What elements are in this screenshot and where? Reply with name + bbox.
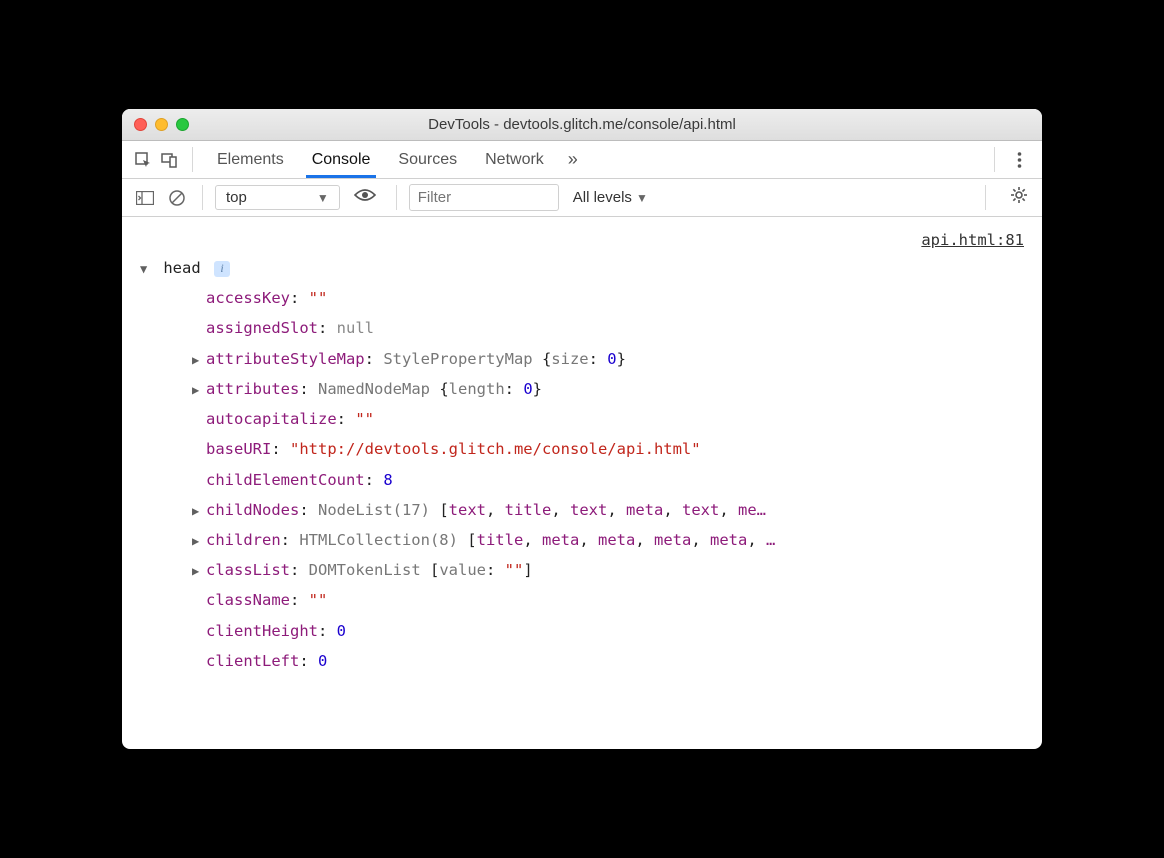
property-row[interactable]: childNodes: NodeList(17) [text, title, t… xyxy=(140,495,1028,525)
property-row[interactable]: childElementCount: 8 xyxy=(140,465,1028,495)
minimize-button[interactable] xyxy=(155,118,168,131)
tab-console[interactable]: Console xyxy=(298,141,385,178)
tab-elements[interactable]: Elements xyxy=(203,141,298,178)
object-tree: head i accessKey: "" assignedSlot: null … xyxy=(140,253,1028,676)
root-label: head xyxy=(163,259,200,277)
disclosure-triangle-icon[interactable] xyxy=(192,500,206,523)
property-row[interactable]: accessKey: "" xyxy=(140,283,1028,313)
property-row[interactable]: autocapitalize: "" xyxy=(140,404,1028,434)
property-row[interactable]: attributeStyleMap: StylePropertyMap {siz… xyxy=(140,344,1028,374)
info-icon[interactable]: i xyxy=(214,261,230,277)
tree-root[interactable]: head i xyxy=(140,253,1028,283)
source-link[interactable]: api.html:81 xyxy=(921,225,1024,255)
close-button[interactable] xyxy=(134,118,147,131)
tab-sources[interactable]: Sources xyxy=(384,141,471,178)
tab-network[interactable]: Network xyxy=(471,141,558,178)
panel-tabbar: Elements Console Sources Network » xyxy=(122,141,1042,179)
window-title: DevTools - devtools.glitch.me/console/ap… xyxy=(122,116,1042,133)
property-row[interactable]: children: HTMLCollection(8) [title, meta… xyxy=(140,525,1028,555)
log-levels-selector[interactable]: All levels ▼ xyxy=(565,189,656,206)
chevron-down-icon: ▼ xyxy=(636,191,648,205)
console-output: api.html:81 head i accessKey: "" assigne… xyxy=(122,217,1042,749)
property-row[interactable]: baseURI: "http://devtools.glitch.me/cons… xyxy=(140,434,1028,464)
disclosure-triangle-icon[interactable] xyxy=(192,349,206,372)
console-toolbar: top ▼ All levels ▼ xyxy=(122,179,1042,217)
live-expression-icon[interactable] xyxy=(346,188,384,207)
sidebar-toggle-icon[interactable] xyxy=(132,185,158,211)
chevron-down-icon: ▼ xyxy=(317,191,329,205)
traffic-lights xyxy=(134,118,189,131)
disclosure-triangle-icon[interactable] xyxy=(140,258,154,281)
inspect-icon[interactable] xyxy=(130,151,156,169)
property-row[interactable]: clientLeft: 0 xyxy=(140,646,1028,676)
filter-input[interactable] xyxy=(409,184,559,211)
console-settings-icon[interactable] xyxy=(998,186,1032,209)
property-row[interactable]: classList: DOMTokenList [value: ""] xyxy=(140,555,1028,585)
disclosure-triangle-icon[interactable] xyxy=(192,379,206,402)
tab-sources-label: Sources xyxy=(398,151,457,169)
tab-console-label: Console xyxy=(312,151,371,169)
context-selector-value: top xyxy=(226,189,247,206)
context-selector[interactable]: top ▼ xyxy=(215,185,340,210)
tabs-overflow-icon[interactable]: » xyxy=(558,141,588,178)
property-row[interactable]: attributes: NamedNodeMap {length: 0} xyxy=(140,374,1028,404)
property-row[interactable]: clientHeight: 0 xyxy=(140,616,1028,646)
titlebar: DevTools - devtools.glitch.me/console/ap… xyxy=(122,109,1042,141)
zoom-button[interactable] xyxy=(176,118,189,131)
disclosure-triangle-icon[interactable] xyxy=(192,560,206,583)
clear-console-icon[interactable] xyxy=(164,185,190,211)
log-levels-label: All levels xyxy=(573,189,632,206)
device-toggle-icon[interactable] xyxy=(156,151,182,169)
property-row[interactable]: className: "" xyxy=(140,585,1028,615)
disclosure-triangle-icon[interactable] xyxy=(192,530,206,553)
tab-network-label: Network xyxy=(485,151,544,169)
devtools-window: DevTools - devtools.glitch.me/console/ap… xyxy=(122,109,1042,749)
kebab-menu-icon[interactable] xyxy=(1005,141,1034,178)
property-row[interactable]: assignedSlot: null xyxy=(140,313,1028,343)
tab-elements-label: Elements xyxy=(217,151,284,169)
